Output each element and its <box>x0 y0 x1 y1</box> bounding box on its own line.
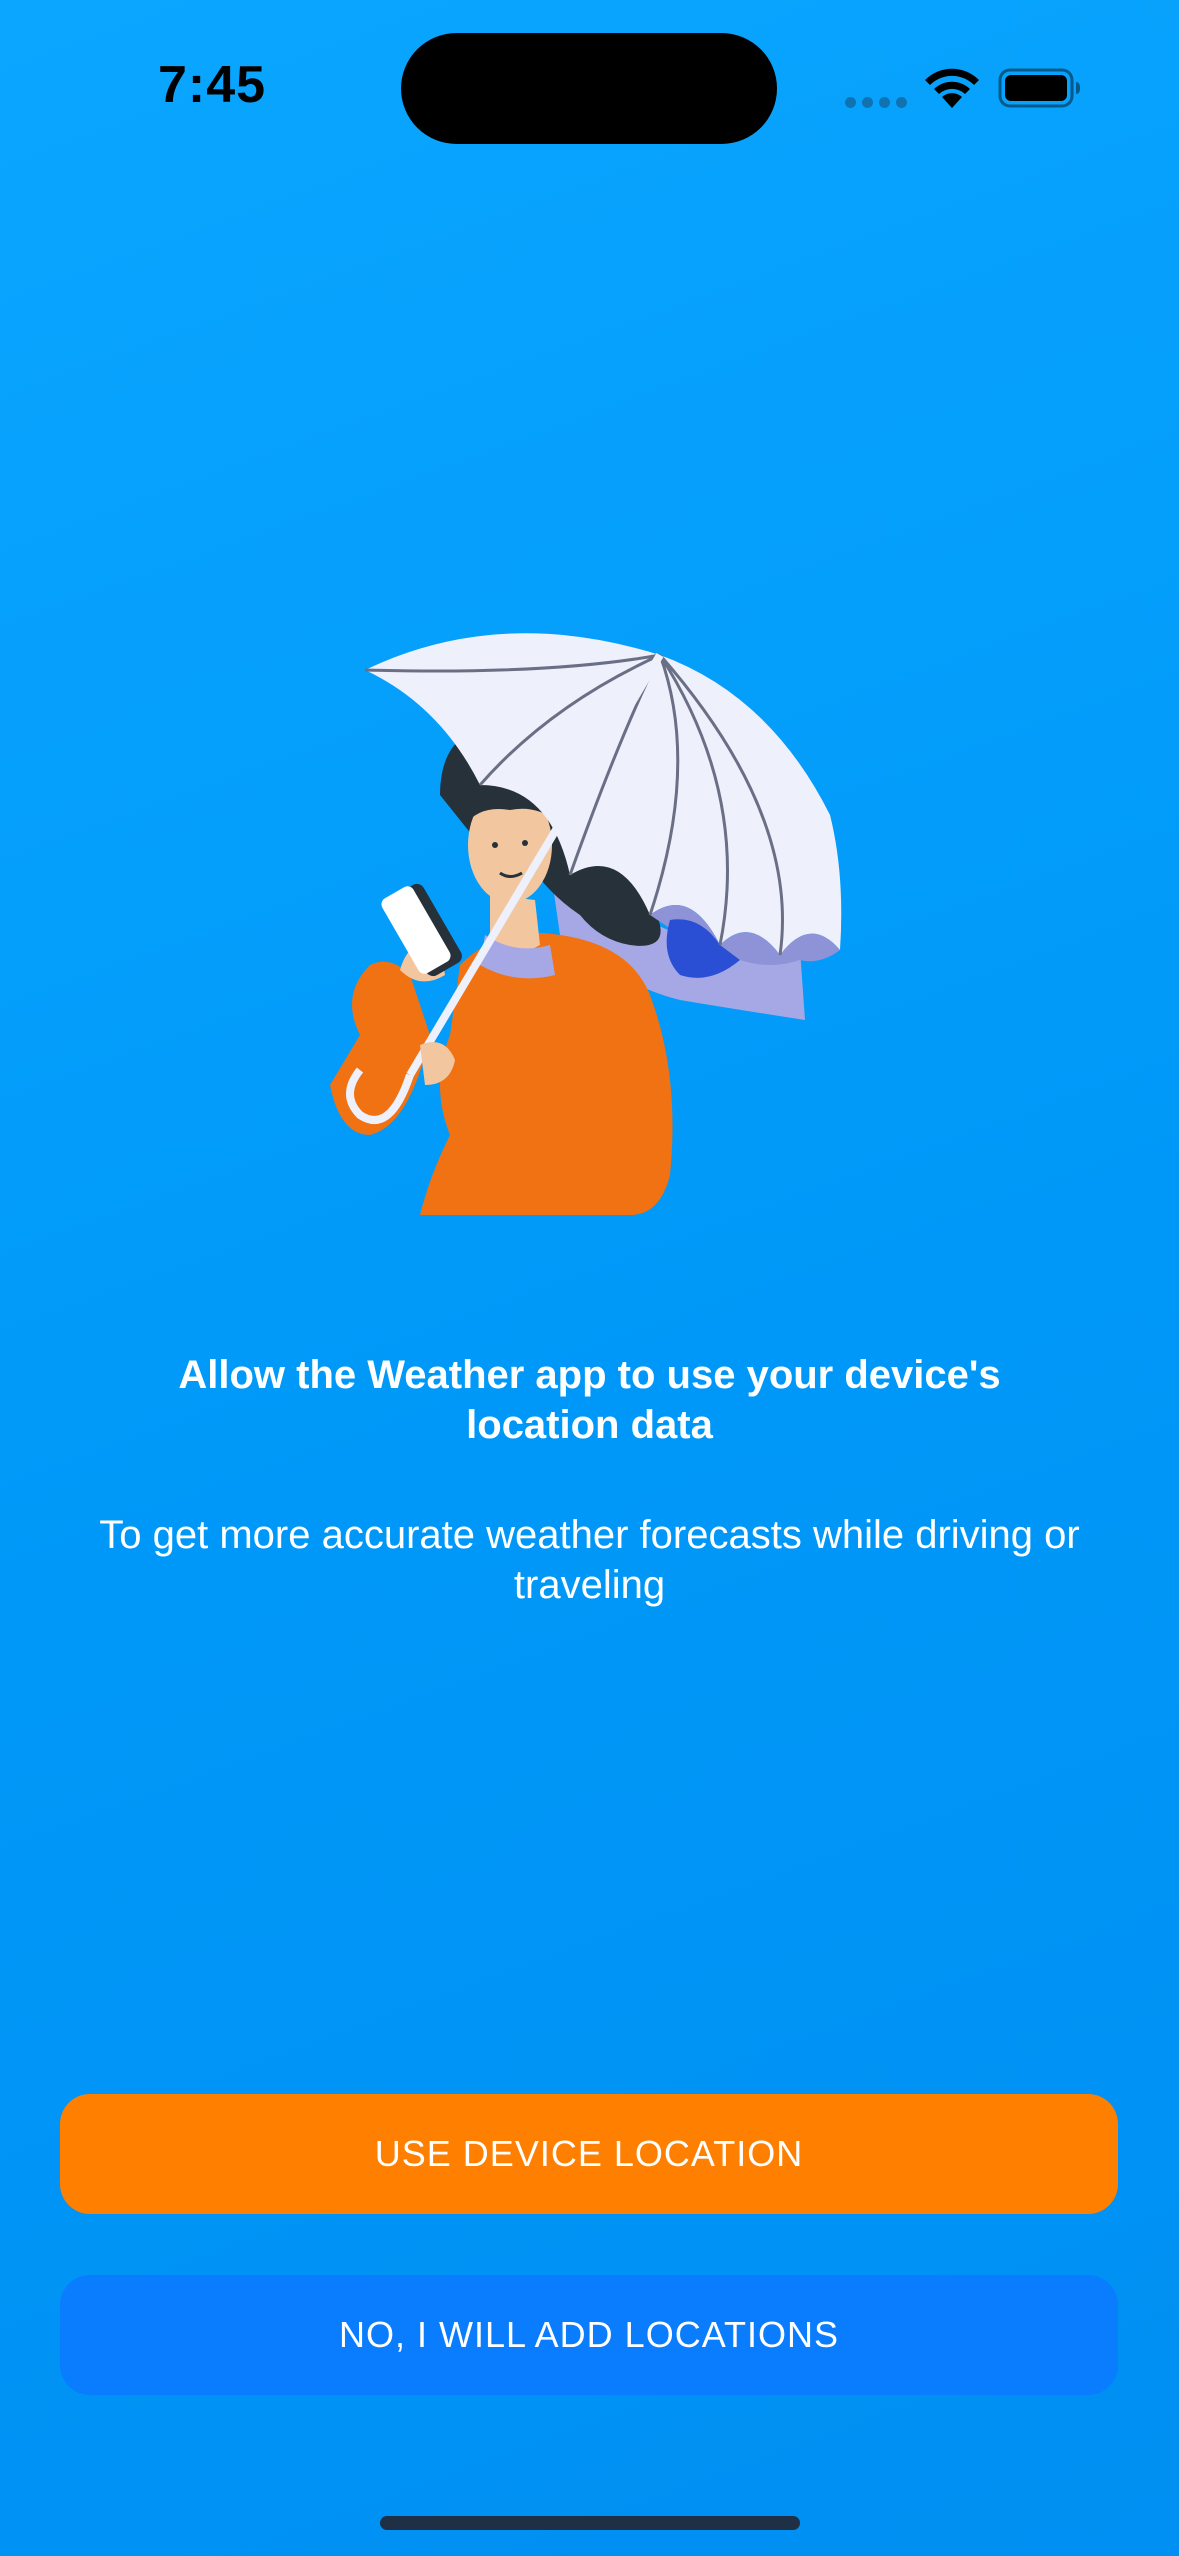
wifi-icon <box>925 68 979 108</box>
use-device-location-button[interactable]: USE DEVICE LOCATION <box>60 2094 1118 2214</box>
permission-subtitle: To get more accurate weather forecasts w… <box>99 1513 1080 1607</box>
home-indicator[interactable] <box>380 2516 800 2530</box>
cellular-signal-icon <box>845 95 913 113</box>
dynamic-island <box>401 33 777 144</box>
add-locations-manually-button[interactable]: NO, I WILL ADD LOCATIONS <box>60 2275 1118 2395</box>
status-time: 7:45 <box>158 56 267 114</box>
illustration <box>330 633 842 1215</box>
permission-title: Allow the Weather app to use your device… <box>178 1353 1001 1447</box>
status-bar: 7:45 <box>0 0 1179 170</box>
battery-icon <box>998 68 1080 108</box>
